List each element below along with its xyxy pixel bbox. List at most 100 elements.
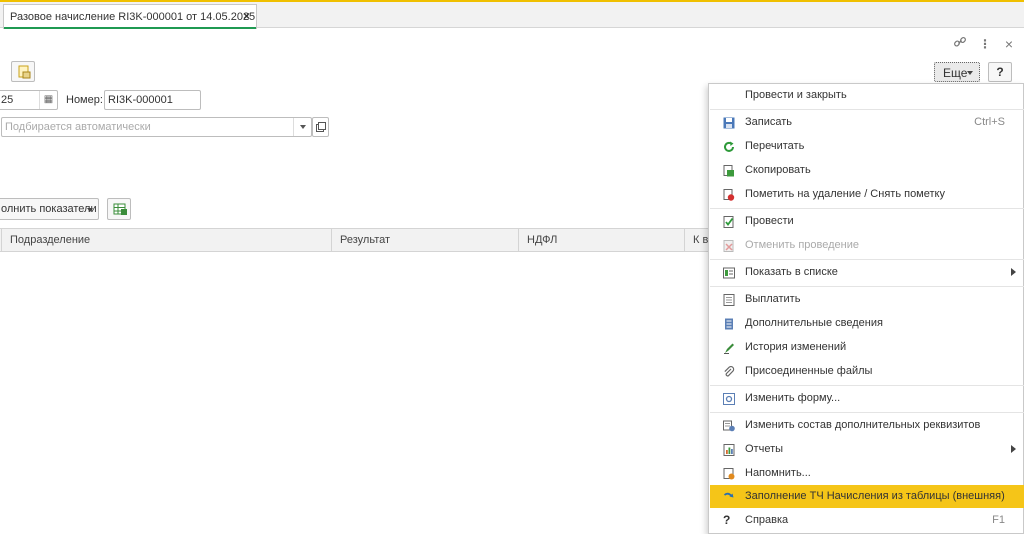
- number-field[interactable]: RI3K-000001: [104, 90, 201, 110]
- dropdown-button[interactable]: [293, 118, 311, 136]
- menu-separator: [710, 259, 1024, 260]
- menu-item-label: Провести и закрыть: [745, 89, 847, 101]
- tab-bar: Разовое начисление RI3K-000001 от 14.05.…: [0, 0, 1024, 29]
- fill-indicators-label: олнить показатели: [1, 203, 97, 215]
- menu-item-copy[interactable]: Скопировать: [710, 159, 1024, 182]
- menu-item-label: Пометить на удаление / Снять пометку: [745, 188, 945, 200]
- tab-active-underline: [4, 27, 256, 29]
- close-icon[interactable]: ×: [1000, 35, 1018, 53]
- auto-placeholder: Подбирается автоматически: [5, 121, 151, 133]
- menu-item-label: Отчеты: [745, 443, 784, 455]
- menu-item-post-and-close[interactable]: Провести и закрыть: [710, 84, 1024, 107]
- more-vertical-icon[interactable]: ⋮: [976, 35, 994, 53]
- menu-item-label: Перечитать: [745, 140, 805, 152]
- copy-icon: [723, 165, 734, 177]
- menu-item-remind[interactable]: Напомнить...: [710, 462, 1024, 485]
- number-label: Номер:: [66, 94, 103, 106]
- menu-item-change-form[interactable]: Изменить форму...: [710, 387, 1024, 410]
- menu-item-history[interactable]: История изменений: [710, 336, 1024, 359]
- document-structure-icon: [18, 65, 31, 79]
- menu-separator: [710, 109, 1024, 110]
- menu-item-additional-info[interactable]: Дополнительные сведения: [710, 312, 1024, 335]
- more-menu: Провести и закрыть Записать Ctrl+S Переч…: [708, 83, 1024, 534]
- menu-item-unpost: Отменить проведение: [710, 234, 1024, 257]
- save-icon: [723, 117, 735, 129]
- submenu-arrow-icon: [1011, 268, 1016, 276]
- menu-separator: [710, 385, 1024, 386]
- add-from-table-button[interactable]: [107, 198, 131, 220]
- pay-icon: [723, 294, 735, 306]
- menu-item-label: История изменений: [745, 341, 847, 353]
- tab-document[interactable]: Разовое начисление RI3K-000001 от 14.05.…: [3, 4, 257, 29]
- open-button[interactable]: [312, 117, 329, 137]
- menu-item-label: Провести: [745, 215, 794, 227]
- more-button[interactable]: Еще: [934, 62, 980, 82]
- menu-item-label: Присоединенные файлы: [745, 365, 873, 377]
- menu-item-label: Записать: [745, 116, 793, 128]
- menu-item-change-props[interactable]: Изменить состав дополнительных реквизито…: [710, 414, 1024, 437]
- reminder-icon: [723, 468, 735, 480]
- window-controls: ⋮ ×: [944, 35, 1024, 53]
- table-header: Подразделение Результат НДФЛ К вы: [0, 228, 710, 252]
- menu-separator: [710, 208, 1024, 209]
- calendar-icon[interactable]: ▦: [39, 91, 57, 109]
- tab-title: Разовое начисление RI3K-000001 от 14.05.…: [10, 11, 256, 23]
- menu-item-post[interactable]: Провести: [710, 210, 1024, 233]
- number-value: RI3K-000001: [108, 94, 173, 106]
- fill-indicators-button[interactable]: олнить показатели: [0, 198, 99, 220]
- info-icon: [725, 318, 733, 330]
- chevron-down-icon: [967, 71, 973, 75]
- paperclip-icon: [724, 366, 735, 377]
- menu-item-label: Показать в списке: [745, 266, 838, 278]
- column-header-ndfl[interactable]: НДФЛ: [519, 229, 685, 251]
- menu-item-label: Дополнительные сведения: [745, 317, 883, 329]
- date-value: 25: [1, 94, 14, 106]
- column-header-payout[interactable]: К вы: [685, 229, 710, 251]
- more-button-label: Еще: [943, 66, 968, 80]
- report-button[interactable]: [11, 61, 35, 82]
- menu-item-pay[interactable]: Выплатить: [710, 288, 1024, 311]
- help-icon: ?: [723, 513, 731, 527]
- menu-item-mark-delete[interactable]: Пометить на удаление / Снять пометку: [710, 183, 1024, 206]
- table-add-icon: [113, 203, 127, 215]
- menu-item-reread[interactable]: Перечитать: [710, 135, 1024, 158]
- refresh-icon: [724, 141, 734, 152]
- menu-separator: [710, 286, 1024, 287]
- menu-item-label: Справка: [745, 514, 789, 526]
- menu-item-reports[interactable]: Отчеты: [710, 438, 1024, 461]
- link-icon[interactable]: [951, 35, 969, 53]
- arrow-icon: [723, 492, 734, 498]
- menu-item-label: Изменить состав дополнительных реквизито…: [745, 419, 981, 431]
- auto-select-field[interactable]: Подбирается автоматически: [1, 117, 312, 137]
- menu-item-label: Изменить форму...: [745, 392, 841, 404]
- submenu-arrow-icon: [1011, 445, 1016, 453]
- menu-item-label: Заполнение ТЧ Начисления из таблицы (вне…: [745, 490, 1005, 502]
- props-icon: [723, 420, 735, 432]
- menu-item-label: Скопировать: [745, 164, 811, 176]
- help-button[interactable]: ?: [988, 62, 1012, 82]
- menu-item-label: Отменить проведение: [745, 239, 859, 251]
- menu-item-label: Напомнить...: [745, 467, 811, 479]
- history-icon: [724, 343, 734, 354]
- unpost-icon: [723, 240, 734, 252]
- menu-item-attached-files[interactable]: Присоединенные файлы: [710, 360, 1024, 383]
- post-icon: [723, 216, 734, 228]
- form-icon: [723, 393, 735, 405]
- column-header-result[interactable]: Результат: [332, 229, 519, 251]
- chevron-down-icon: [300, 125, 306, 129]
- menu-item-show-in-list[interactable]: Показать в списке: [710, 261, 1024, 284]
- tab-close-icon[interactable]: ×: [243, 9, 250, 23]
- menu-item-shortcut: Ctrl+S: [974, 116, 1005, 128]
- list-icon: [723, 267, 735, 279]
- date-field[interactable]: 25 ▦: [0, 90, 58, 110]
- chevron-down-icon: [87, 208, 93, 212]
- column-header-subdivision[interactable]: Подразделение: [2, 229, 332, 251]
- menu-item-save[interactable]: Записать Ctrl+S: [710, 111, 1024, 134]
- menu-item-label: Выплатить: [745, 293, 801, 305]
- menu-item-help[interactable]: ? Справка F1: [710, 509, 1024, 532]
- report-icon: [723, 444, 735, 456]
- menu-item-shortcut: F1: [992, 514, 1005, 526]
- delete-mark-icon: [723, 189, 735, 201]
- menu-separator: [710, 412, 1024, 413]
- menu-item-fill-from-table[interactable]: Заполнение ТЧ Начисления из таблицы (вне…: [710, 485, 1024, 508]
